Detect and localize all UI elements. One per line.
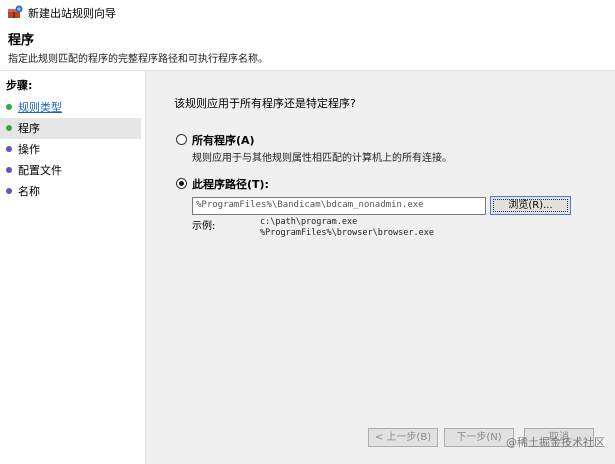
wizard-header: 程序 指定此规则匹配的程序的完整程序路径和可执行程序名称。 bbox=[0, 24, 615, 71]
step-status-dot-icon bbox=[6, 167, 12, 173]
wizard-content: 该规则应用于所有程序还是特定程序? 所有程序(A) 规则应用于与其他规则属性相匹… bbox=[146, 71, 615, 464]
next-button[interactable]: 下一步(N) bbox=[444, 428, 514, 447]
steps-sidebar: 步骤: 规则类型 程序 操作 配置文件 名称 bbox=[0, 71, 146, 464]
page-title: 程序 bbox=[8, 33, 35, 48]
program-path-input[interactable]: %ProgramFiles%\Bandicam\bdcam_nonadmin.e… bbox=[192, 197, 486, 215]
this-program-label[interactable]: 此程序路径(T): bbox=[192, 176, 269, 192]
step-action[interactable]: 操作 bbox=[0, 139, 141, 160]
page-description: 指定此规则匹配的程序的完整程序路径和可执行程序名称。 bbox=[8, 54, 268, 65]
step-rule-type[interactable]: 规则类型 bbox=[0, 97, 141, 118]
step-profile[interactable]: 配置文件 bbox=[0, 160, 141, 181]
step-status-dot-icon bbox=[6, 125, 12, 131]
example-path: c:\path\program.exe bbox=[260, 217, 358, 227]
step-status-dot-icon bbox=[6, 104, 12, 110]
all-programs-radio[interactable] bbox=[176, 134, 187, 145]
steps-heading: 步骤: bbox=[6, 79, 33, 92]
step-label: 程序 bbox=[18, 122, 40, 135]
this-program-radio[interactable] bbox=[176, 178, 187, 189]
example-path: %ProgramFiles%\browser\browser.exe bbox=[260, 228, 434, 238]
window-title: 新建出站规则向导 bbox=[28, 7, 116, 20]
step-label: 名称 bbox=[18, 185, 40, 198]
step-status-dot-icon bbox=[6, 188, 12, 194]
step-label: 操作 bbox=[18, 143, 40, 156]
title-bar: 新建出站规则向导 bbox=[0, 0, 615, 24]
step-label: 配置文件 bbox=[18, 164, 62, 177]
browse-button[interactable]: 浏览(R)... bbox=[490, 196, 571, 215]
back-button[interactable]: < 上一步(B) bbox=[368, 428, 438, 447]
step-status-dot-icon bbox=[6, 146, 12, 152]
scope-question: 该规则应用于所有程序还是特定程序? bbox=[174, 97, 356, 110]
step-label: 规则类型 bbox=[18, 101, 62, 114]
all-programs-description: 规则应用于与其他规则属性相匹配的计算机上的所有连接。 bbox=[192, 153, 452, 164]
step-name[interactable]: 名称 bbox=[0, 181, 141, 202]
step-program[interactable]: 程序 bbox=[0, 118, 141, 139]
watermark-text: @稀土掘金技术社区 bbox=[506, 436, 605, 449]
all-programs-label[interactable]: 所有程序(A) bbox=[192, 132, 255, 148]
example-label: 示例: bbox=[192, 221, 216, 232]
firewall-app-icon bbox=[8, 5, 23, 19]
